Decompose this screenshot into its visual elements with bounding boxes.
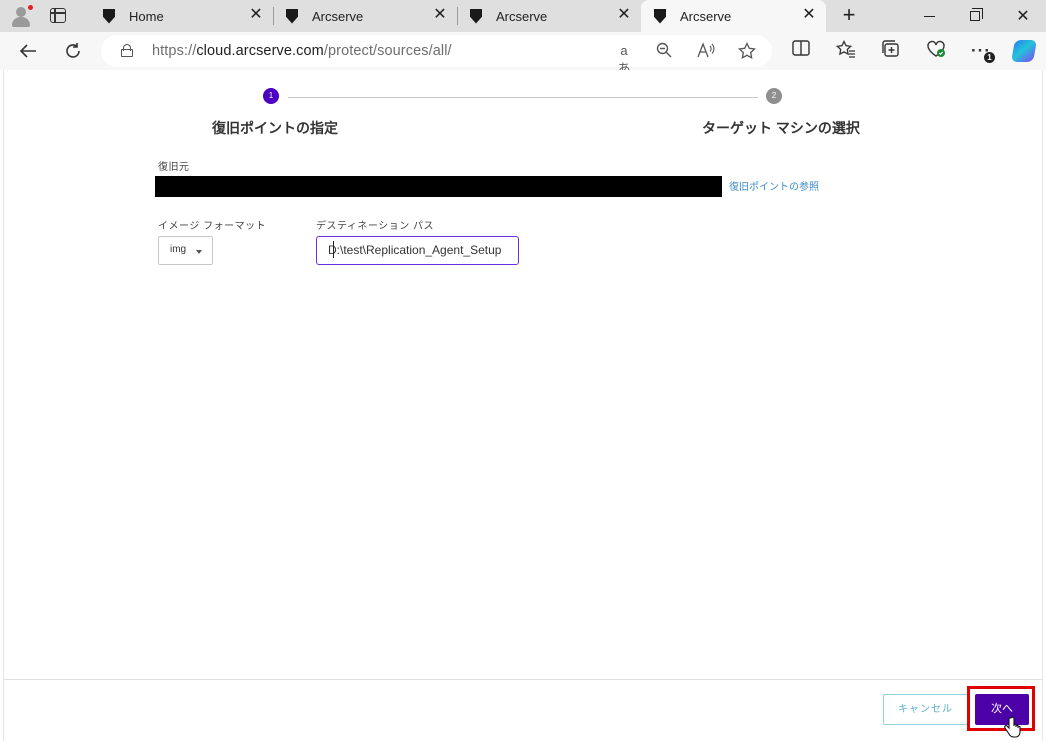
step-progress-line — [288, 97, 758, 98]
url-text[interactable]: https://cloud.arcserve.com/protect/sourc… — [152, 43, 452, 59]
destination-path-input[interactable]: D:\test\Replication_Agent_Setup — [316, 236, 519, 265]
tab-close-icon[interactable]: ✕ — [802, 7, 816, 23]
tab-close-icon[interactable]: ✕ — [433, 7, 447, 23]
close-window-button[interactable]: ✕ — [1000, 0, 1046, 32]
back-arrow-icon — [19, 44, 36, 58]
arcserve-shield-icon — [654, 8, 666, 24]
tab-arcserve-2[interactable]: Arcserve ✕ — [457, 0, 641, 32]
hand-pointer-icon — [1004, 716, 1021, 738]
split-screen-icon[interactable] — [790, 40, 812, 62]
minimize-button[interactable] — [906, 0, 952, 32]
source-value-redacted — [155, 176, 722, 197]
restore-button[interactable] — [952, 0, 998, 32]
tab-close-icon[interactable]: ✕ — [249, 7, 263, 23]
browser-essentials-icon[interactable] — [925, 40, 947, 62]
tab-arcserve-active[interactable]: Arcserve ✕ — [641, 0, 826, 32]
image-format-value: img — [170, 244, 187, 255]
footer-divider — [3, 679, 1043, 680]
tab-title: Arcserve — [496, 8, 548, 24]
collections-icon[interactable] — [880, 40, 902, 62]
tab-actions-icon[interactable] — [50, 8, 66, 23]
arcserve-shield-icon — [286, 8, 298, 24]
favorite-star-icon[interactable] — [737, 41, 757, 60]
image-format-select[interactable]: img — [158, 236, 213, 265]
source-label: 復旧元 — [158, 162, 190, 173]
tab-title: Arcserve — [680, 8, 732, 24]
step-1-indicator: 1 — [263, 88, 279, 104]
extensions-badge: 1 — [984, 52, 995, 63]
read-aloud-icon[interactable] — [696, 42, 716, 60]
browse-recovery-point-link[interactable]: 復旧ポイントの参照 — [729, 178, 819, 193]
profile-avatar-icon[interactable] — [8, 4, 34, 28]
back-button[interactable] — [16, 40, 40, 62]
favorites-icon[interactable] — [835, 39, 857, 62]
translate-icon[interactable]: aあ — [614, 42, 634, 76]
tab-title: Home — [129, 8, 164, 24]
tab-close-icon[interactable]: ✕ — [617, 7, 631, 23]
notification-dot — [27, 4, 34, 11]
tab-strip: Home ✕ Arcserve ✕ Arcserve ✕ Arcserve ✕ … — [0, 0, 1046, 32]
destination-path-label: デスティネーション パス — [316, 221, 434, 232]
step-2-label: ターゲット マシンの選択 — [702, 120, 860, 136]
image-format-label: イメージ フォーマット — [158, 221, 267, 232]
text-cursor — [333, 241, 334, 258]
arcserve-shield-icon — [103, 8, 115, 24]
arcserve-shield-icon — [470, 8, 482, 24]
refresh-button[interactable] — [61, 40, 85, 62]
new-tab-button[interactable]: + — [838, 4, 860, 27]
step-1-label: 復旧ポイントの指定 — [212, 120, 338, 136]
refresh-icon — [66, 43, 80, 58]
cancel-button[interactable]: キャンセル — [883, 694, 968, 725]
tab-home[interactable]: Home ✕ — [90, 0, 274, 32]
chevron-down-icon — [196, 250, 202, 254]
address-bar[interactable]: https://cloud.arcserve.com/protect/sourc… — [101, 35, 772, 76]
tab-arcserve-1[interactable]: Arcserve ✕ — [273, 0, 458, 32]
step-2-indicator: 2 — [766, 88, 782, 104]
zoom-out-icon[interactable] — [654, 42, 674, 60]
lock-icon[interactable] — [121, 44, 133, 57]
tab-title: Arcserve — [312, 8, 364, 24]
